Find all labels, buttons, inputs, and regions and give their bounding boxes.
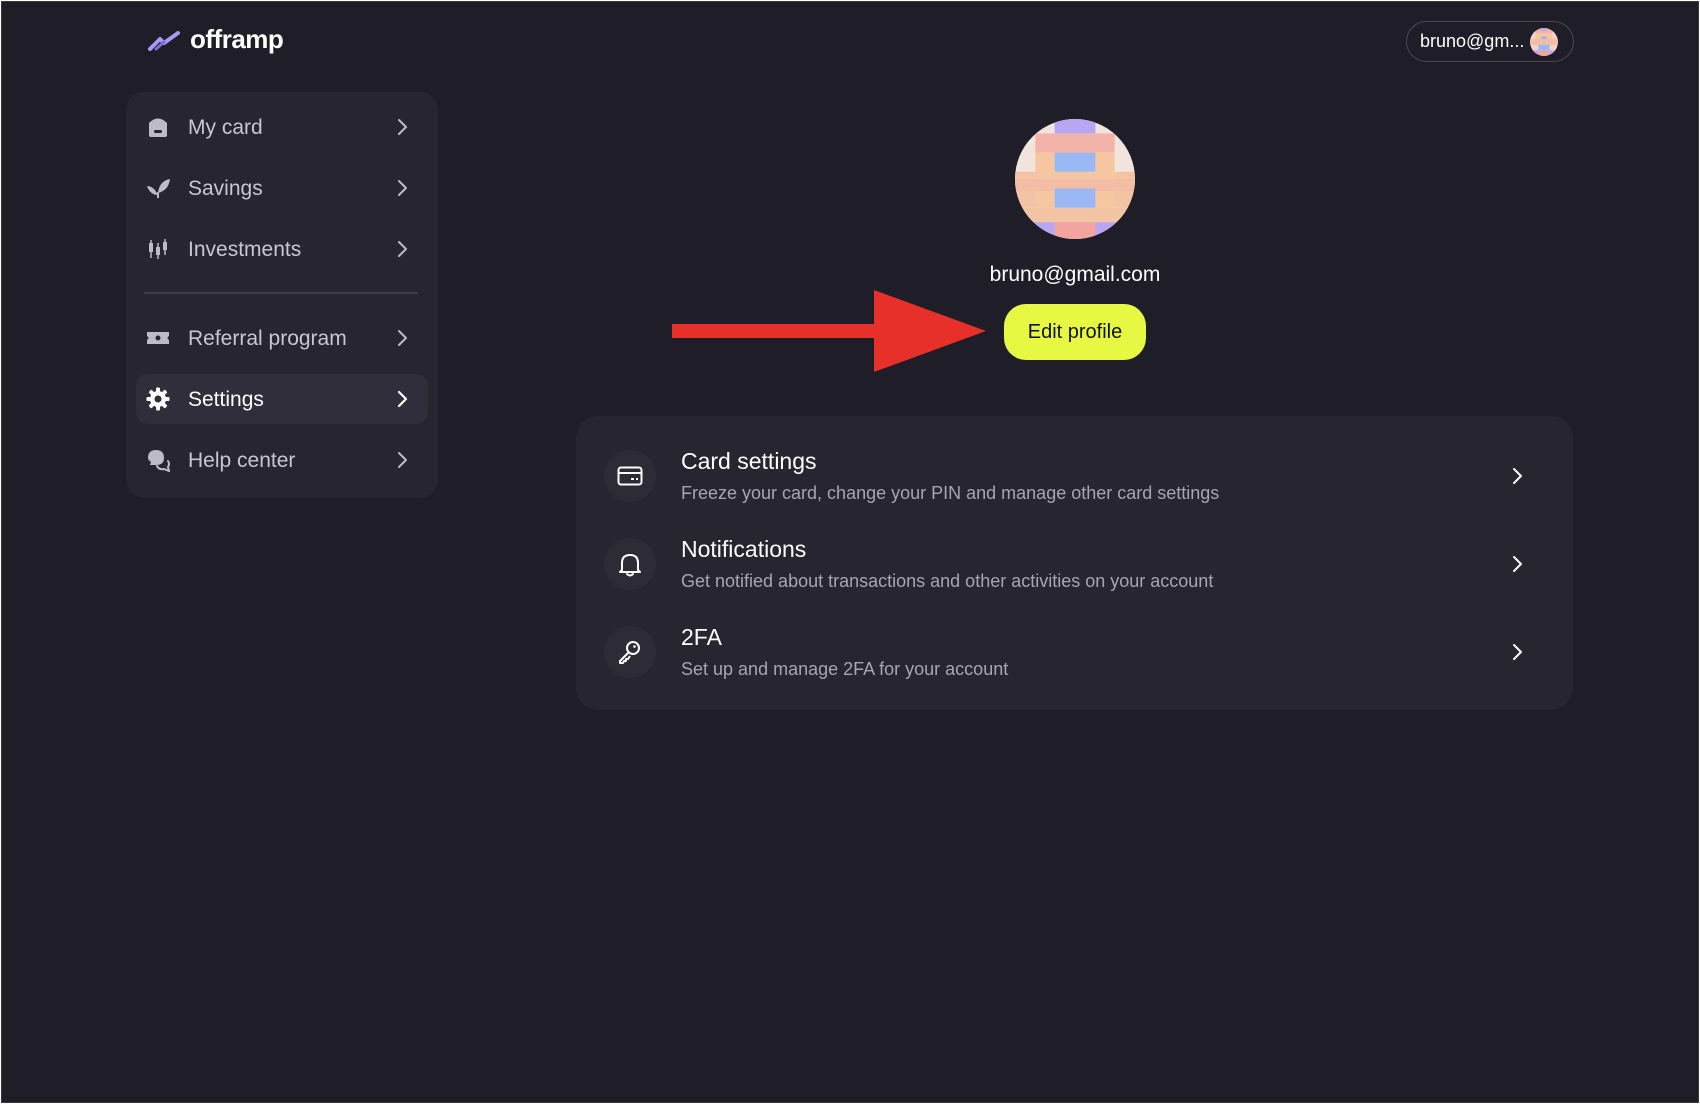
sidebar-item-label: Help center: [188, 449, 296, 472]
sidebar-item-my-card[interactable]: My card: [136, 102, 428, 152]
row-description: Set up and manage 2FA for your account: [681, 659, 1009, 679]
gear-icon: [146, 387, 170, 411]
chevron-right-icon: [398, 330, 407, 346]
chevron-right-icon: [398, 452, 407, 468]
sidebar-item-settings[interactable]: Settings: [136, 374, 428, 424]
sidebar-item-investments[interactable]: Investments: [136, 224, 428, 274]
ticket-icon: [147, 332, 169, 344]
sidebar-item-label: Savings: [188, 177, 263, 200]
row-icon-wrapper: [604, 626, 656, 678]
key-icon: [619, 641, 640, 664]
edit-profile-button[interactable]: Edit profile: [1004, 304, 1146, 360]
chevron-right-icon: [1513, 556, 1522, 572]
annotation-arrow-icon: [672, 290, 986, 372]
sidebar-item-label: Settings: [188, 388, 264, 411]
row-icon-wrapper: [604, 450, 656, 502]
sidebar-divider: [144, 292, 418, 294]
row-icon-wrapper: [604, 538, 656, 590]
row-description: Freeze your card, change your PIN and ma…: [681, 483, 1220, 503]
sidebar-item-help-center[interactable]: Help center: [136, 435, 428, 485]
screenshot-frame: offramp bruno@gm... My card Savings Inve…: [0, 0, 1700, 1108]
logo-text: offramp: [190, 24, 284, 54]
chevron-right-icon: [1513, 644, 1522, 660]
row-title: 2FA: [681, 624, 722, 650]
profile-avatar: [1015, 119, 1135, 239]
sidebar-item-label: Referral program: [188, 327, 347, 350]
logo-icon: [148, 30, 180, 51]
chevron-right-icon: [398, 119, 407, 135]
sidebar-nav: My card Savings Investments Referral pro…: [126, 92, 438, 498]
sidebar-item-label: Investments: [188, 238, 302, 261]
chevron-right-icon: [398, 180, 407, 196]
bell-icon: [619, 554, 641, 577]
row-description: Get notified about transactions and othe…: [681, 571, 1214, 591]
row-title: Card settings: [681, 448, 817, 474]
credit-card-icon: [617, 466, 643, 486]
chevron-right-icon: [397, 390, 408, 408]
user-email-short: bruno@gm...: [1420, 31, 1525, 51]
chevron-right-icon: [1513, 468, 1522, 484]
sidebar-item-savings[interactable]: Savings: [136, 163, 428, 213]
settings-row-2fa[interactable]: 2FA Set up and manage 2FA for your accou…: [596, 610, 1553, 694]
sidebar-item-label: My card: [188, 116, 263, 139]
sidebar-item-referral-program[interactable]: Referral program: [136, 313, 428, 363]
settings-row-notifications[interactable]: Notifications Get notified about transac…: [596, 522, 1553, 606]
row-title: Notifications: [681, 536, 807, 562]
profile-email: bruno@gmail.com: [989, 263, 1161, 286]
avatar: [1530, 27, 1559, 56]
settings-list: Card settings Freeze your card, change y…: [576, 416, 1573, 710]
user-menu-button[interactable]: bruno@gm...: [1406, 21, 1574, 62]
chat-bubbles-icon: [148, 450, 170, 472]
settings-row-card-settings[interactable]: Card settings Freeze your card, change y…: [596, 434, 1553, 518]
leaf-icon: [147, 179, 170, 198]
card-holder-icon: [149, 118, 167, 137]
app-window: offramp bruno@gm... My card Savings Inve…: [1, 1, 1699, 1103]
chevron-right-icon: [398, 241, 407, 257]
candlestick-icon: [149, 239, 167, 259]
logo[interactable]: offramp: [148, 24, 284, 55]
